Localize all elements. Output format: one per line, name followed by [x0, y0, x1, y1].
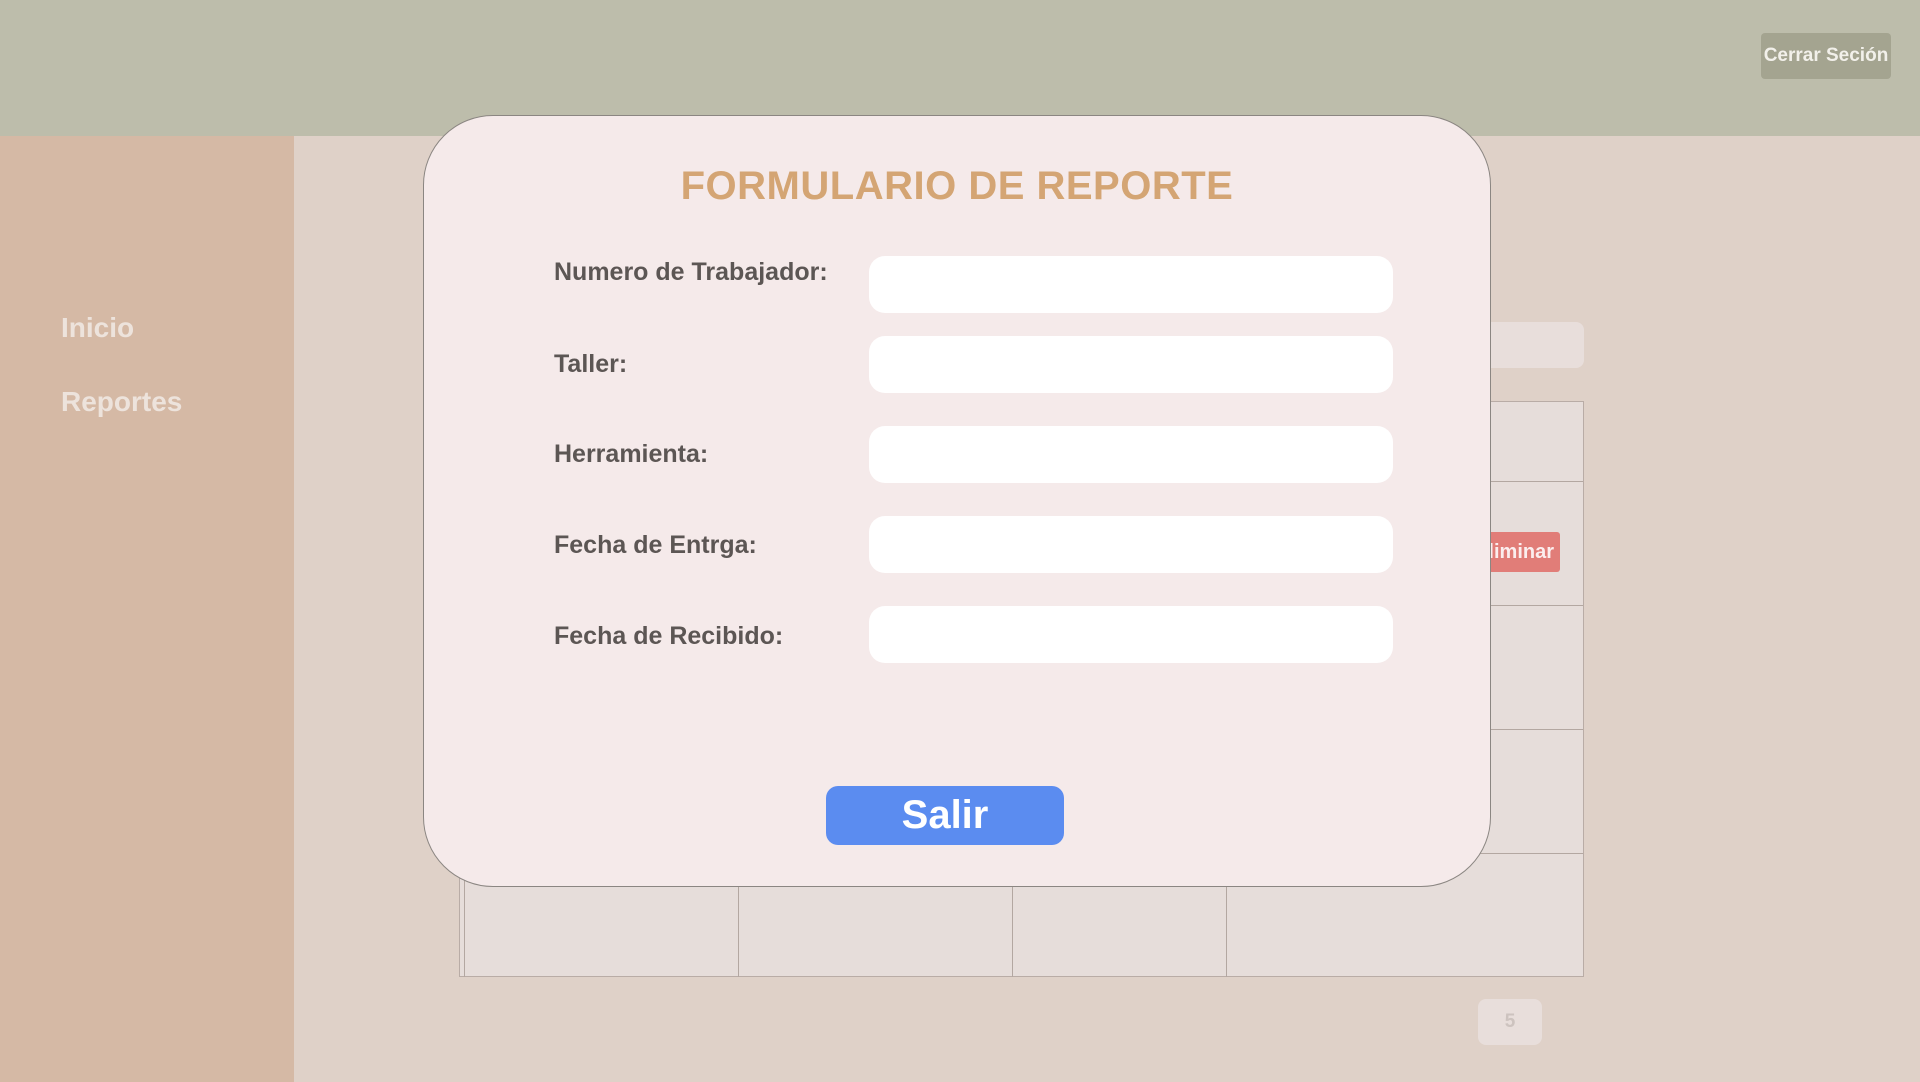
sidebar-item-reportes[interactable]: Reportes: [61, 386, 182, 418]
received-date-label: Fecha de Recibido:: [554, 622, 784, 650]
delivery-date-input[interactable]: [869, 516, 1393, 573]
tool-input[interactable]: [869, 426, 1393, 483]
search-input[interactable]: [1480, 322, 1584, 368]
sidebar: Inicio Reportes: [0, 136, 294, 1082]
delivery-date-label: Fecha de Entrga:: [554, 531, 757, 559]
workshop-label: Taller:: [554, 350, 628, 378]
worker-number-label: Numero de Trabajador:: [554, 258, 828, 286]
exit-button[interactable]: Salir: [826, 786, 1064, 845]
tool-label: Herramienta:: [554, 440, 709, 468]
worker-number-input[interactable]: [869, 256, 1393, 313]
pagination-page-button[interactable]: 5: [1478, 999, 1542, 1045]
report-form-modal: FORMULARIO DE REPORTE Numero de Trabajad…: [423, 115, 1491, 887]
logout-button[interactable]: Cerrar Seción: [1761, 33, 1891, 79]
modal-title: FORMULARIO DE REPORTE: [680, 164, 1234, 208]
workshop-input[interactable]: [869, 336, 1393, 393]
received-date-input[interactable]: [869, 606, 1393, 663]
sidebar-item-inicio[interactable]: Inicio: [61, 312, 134, 344]
